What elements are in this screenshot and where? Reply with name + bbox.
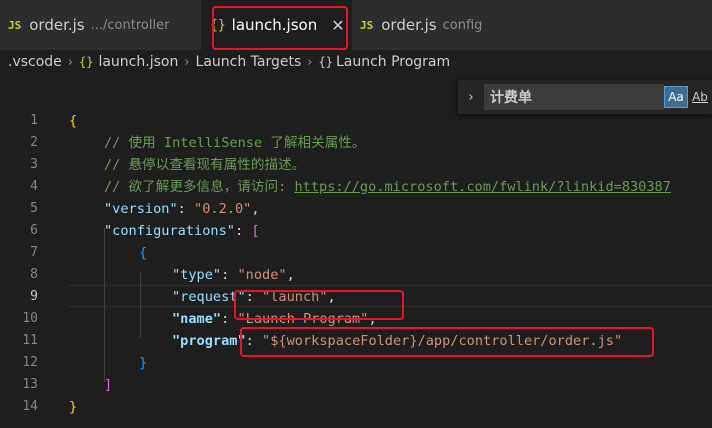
- tab-description: config: [442, 17, 483, 33]
- line-number: 14: [22, 399, 38, 414]
- code-comment: // 悬停以查看现有属性的描述。: [104, 157, 306, 173]
- open-bracket: [: [251, 223, 260, 239]
- json-key: "type": [172, 267, 222, 283]
- javascript-file-icon: JS: [8, 18, 22, 32]
- code-line: 8 "type": "node",: [0, 264, 712, 286]
- tab-label: order.js: [29, 16, 85, 34]
- colon: :: [234, 223, 252, 239]
- match-case-toggle[interactable]: Aa: [664, 86, 688, 108]
- line-number: 4: [30, 179, 38, 194]
- code-comment: // 欲了解更多信息，请访问:: [104, 179, 295, 195]
- open-brace: {: [69, 113, 78, 129]
- editor-tab-bar: JS order.js .../controller {} launch.jso…: [0, 0, 712, 50]
- close-brace: }: [69, 399, 78, 415]
- line-number: 3: [30, 157, 38, 172]
- breadcrumb-section[interactable]: Launch Targets: [196, 54, 302, 70]
- chevron-right-icon: ›: [307, 54, 313, 70]
- line-number: 10: [22, 311, 38, 326]
- line-number: 6: [30, 223, 38, 238]
- comma: ,: [286, 267, 295, 283]
- json-key: "version": [104, 201, 178, 217]
- code-line: 3 // 悬停以查看现有属性的描述。: [0, 154, 712, 176]
- javascript-file-icon: JS: [360, 18, 374, 32]
- comma: ,: [251, 201, 260, 217]
- documentation-link[interactable]: https://go.microsoft.com/fwlink/?linkid=…: [294, 179, 670, 195]
- line-number: 7: [30, 245, 38, 260]
- tab-order-js-config[interactable]: JS order.js config: [352, 0, 712, 50]
- code-line: 7 {: [0, 242, 712, 264]
- code-line: 6 "configurations": [: [0, 220, 712, 242]
- open-brace: {: [139, 245, 148, 261]
- json-file-icon: {}: [79, 55, 94, 69]
- breadcrumb-file[interactable]: launch.json: [98, 54, 178, 70]
- code-line: 5 "version": "0.2.0",: [0, 198, 712, 220]
- line-number: 12: [22, 355, 38, 370]
- line-number: 13: [22, 377, 38, 392]
- line-number: 11: [22, 333, 38, 348]
- find-input[interactable]: 计费单: [484, 84, 664, 110]
- line-number: 1: [30, 113, 38, 128]
- code-line: 13 ]: [0, 374, 712, 396]
- json-key: "program": [172, 333, 246, 349]
- close-brace: }: [139, 355, 148, 371]
- colon: :: [221, 267, 238, 283]
- code-comment: // 使用 IntelliSense 了解相关属性。: [104, 135, 366, 151]
- json-key: "configurations": [104, 223, 235, 239]
- line-number: 8: [30, 267, 38, 282]
- json-string-value: "node": [237, 267, 287, 283]
- annotation-box: [212, 6, 348, 50]
- line-number: 2: [30, 135, 38, 150]
- chevron-right-icon: ›: [184, 54, 190, 70]
- chevron-right-icon: ›: [67, 54, 73, 70]
- object-symbol-icon: {}: [318, 55, 333, 69]
- match-whole-word-toggle[interactable]: Ab: [688, 90, 712, 104]
- close-bracket: ]: [104, 377, 113, 393]
- json-key: "name": [172, 311, 222, 327]
- annotation-box: [234, 290, 404, 320]
- json-string-value: "0.2.0": [194, 201, 252, 217]
- breadcrumb-folder[interactable]: .vscode: [8, 54, 62, 70]
- code-line: 2 // 使用 IntelliSense 了解相关属性。: [0, 132, 712, 154]
- tab-label: order.js: [381, 16, 437, 34]
- line-number: 9: [30, 289, 38, 304]
- toggle-replace-chevron-icon[interactable]: ›: [458, 90, 484, 105]
- breadcrumb: .vscode › {} launch.json › Launch Target…: [0, 50, 712, 74]
- tab-description: .../controller: [90, 17, 170, 33]
- code-editor[interactable]: 1 { 2 // 使用 IntelliSense 了解相关属性。 3 // 悬停…: [0, 74, 712, 428]
- annotation-box: [240, 327, 654, 357]
- tab-order-js-controller[interactable]: JS order.js .../controller: [0, 0, 202, 50]
- code-line: 4 // 欲了解更多信息，请访问: https://go.microsoft.c…: [0, 176, 712, 198]
- breadcrumb-item[interactable]: Launch Program: [336, 54, 450, 70]
- code-line: 14 }: [0, 396, 712, 418]
- line-number: 5: [30, 201, 38, 216]
- colon: :: [177, 201, 195, 217]
- find-widget: › 计费单 Aa Ab: [458, 80, 712, 114]
